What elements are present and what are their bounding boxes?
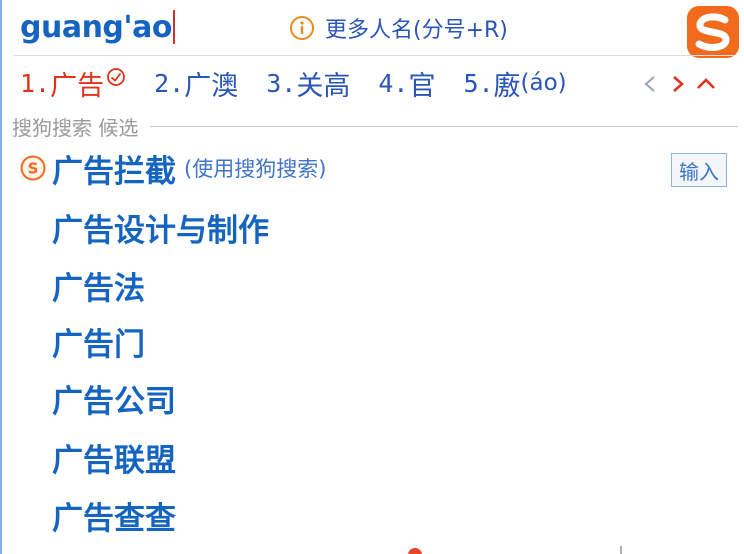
section-divider (150, 126, 738, 127)
input-button[interactable]: 输入 (671, 153, 727, 187)
candidate-1-number: 1. (20, 68, 51, 98)
suggestion-item[interactable]: 广告公司 (52, 370, 176, 426)
chevron-right-icon (673, 76, 684, 92)
ime-candidate-window: guang'ao 更多人名(分号+R) 1. 广告 2. 广澳 3. 关高 4. 官 (0, 0, 744, 554)
suggestion-item[interactable]: 广告联盟 (52, 429, 176, 485)
candidate-5-text: 廒 (493, 70, 521, 102)
suggestion-text: 广告公司 (52, 383, 176, 420)
suggestion-text: 广告联盟 (52, 442, 176, 479)
candidate-5-number: 5. (463, 68, 494, 98)
suggestion-item[interactable]: 广告拦截 (使用搜狗搜索) (52, 140, 326, 196)
footer-cutoff (402, 540, 702, 554)
candidate-4-number: 4. (378, 68, 409, 98)
candidate-3-text: 关高 (296, 70, 351, 102)
suggestion-item[interactable]: 广告设计与制作 (52, 199, 269, 255)
suggestion-text: 广告查查 (52, 500, 176, 537)
suggestion-text: 广告设计与制作 (52, 212, 269, 249)
candidate-3-number: 3. (266, 68, 297, 98)
candidate-4[interactable]: 4. 官 (378, 64, 435, 103)
sogou-search-icon: S (20, 155, 46, 181)
candidate-1-text: 广告 (50, 70, 105, 102)
chevron-left-icon (644, 76, 655, 92)
candidate-2-text: 广澳 (184, 70, 239, 102)
svg-text:S: S (28, 160, 39, 178)
collapse-button[interactable] (692, 70, 720, 98)
suggestion-text: 广告法 (52, 270, 145, 307)
candidate-3[interactable]: 3. 关高 (266, 64, 350, 103)
composition-text: guang'ao (20, 8, 175, 48)
next-page-button[interactable] (664, 70, 692, 98)
candidate-list: 1. 广告 2. 广澳 3. 关高 4. 官 5. 廒 (áo) (20, 60, 595, 106)
candidate-pager (636, 64, 720, 104)
footer-dot-icon (408, 548, 422, 554)
footer-separator (620, 546, 622, 554)
check-circle-icon (107, 68, 126, 86)
suggestion-note: (使用搜狗搜索) (184, 157, 327, 181)
more-names-hint[interactable]: 更多人名(分号+R) (289, 12, 508, 44)
candidate-5[interactable]: 5. 廒 (áo) (463, 64, 566, 103)
suggestion-text: 广告拦截 (52, 153, 176, 190)
search-candidates-header: 搜狗搜索 候选 (12, 112, 738, 141)
candidate-5-pronunciation: (áo) (520, 70, 567, 96)
suggestion-text: 广告门 (52, 326, 145, 363)
chevron-up-icon (697, 78, 715, 89)
candidate-1[interactable]: 1. 广告 (20, 64, 126, 103)
more-names-label: 更多人名(分号+R) (325, 18, 508, 43)
candidate-4-text: 官 (408, 70, 436, 102)
header-divider (14, 55, 734, 56)
composition-string: guang'ao (20, 10, 172, 45)
candidate-2-number: 2. (154, 68, 185, 98)
suggestion-item[interactable]: 广告门 (52, 313, 145, 369)
sogou-logo-icon[interactable] (685, 4, 741, 60)
info-icon (290, 16, 314, 40)
section-label: 搜狗搜索 候选 (12, 116, 139, 140)
prev-page-button[interactable] (636, 70, 664, 98)
text-caret (172, 9, 175, 44)
suggestion-item[interactable]: 广告法 (52, 257, 145, 313)
candidate-2[interactable]: 2. 广澳 (154, 64, 238, 103)
suggestion-item[interactable]: 广告查查 (52, 487, 176, 543)
